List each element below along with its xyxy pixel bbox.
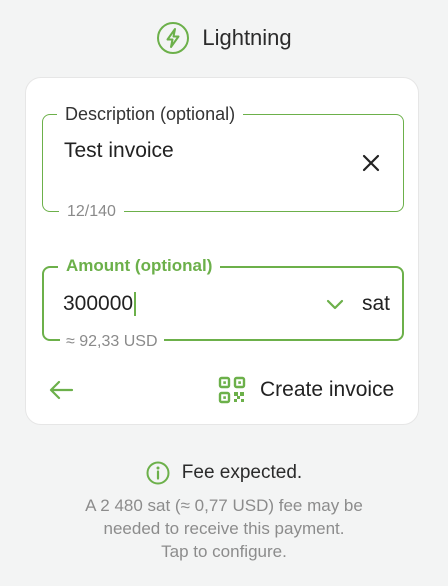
configure-link[interactable]: Tap to configure. bbox=[40, 540, 408, 563]
page-title: Lightning bbox=[202, 25, 292, 50]
fee-line: A 2 480 sat (≈ 0,77 USD) fee may be bbox=[85, 496, 363, 515]
header: Lightning bbox=[0, 19, 448, 57]
fee-notice[interactable]: Fee expected. bbox=[0, 461, 448, 485]
description-input[interactable]: Test invoice bbox=[64, 139, 174, 163]
back-arrow-icon[interactable] bbox=[48, 378, 74, 402]
description-label: Description (optional) bbox=[57, 103, 244, 125]
qr-code-icon bbox=[218, 376, 246, 404]
create-invoice-label: Create invoice bbox=[260, 378, 395, 401]
fee-title: Fee expected. bbox=[181, 462, 303, 483]
text-caret bbox=[134, 292, 137, 316]
amount-field[interactable]: Amount (optional) 300000 sat ≈ 92,33 USD bbox=[42, 255, 404, 352]
unit-label: sat bbox=[361, 292, 390, 315]
chevron-down-icon bbox=[326, 299, 344, 310]
invoice-card: Description (optional) Test invoice 12/1… bbox=[25, 77, 419, 425]
fiat-conversion: ≈ 92,33 USD bbox=[60, 332, 164, 352]
amount-label: Amount (optional) bbox=[58, 255, 221, 277]
fee-line: needed to receive this payment. bbox=[103, 519, 345, 538]
amount-input[interactable]: 300000 bbox=[63, 292, 137, 316]
fee-description[interactable]: A 2 480 sat (≈ 0,77 USD) fee may be need… bbox=[40, 494, 408, 563]
info-icon bbox=[146, 461, 170, 485]
create-invoice-button[interactable]: Create invoice bbox=[218, 375, 394, 405]
amount-value: 300000 bbox=[63, 292, 134, 315]
close-icon[interactable] bbox=[361, 153, 381, 173]
unit-dropdown[interactable]: sat bbox=[326, 288, 390, 320]
description-field[interactable]: Description (optional) Test invoice 12/1… bbox=[42, 103, 404, 222]
lightning-icon bbox=[157, 22, 190, 54]
character-counter: 12/140 bbox=[59, 202, 124, 222]
